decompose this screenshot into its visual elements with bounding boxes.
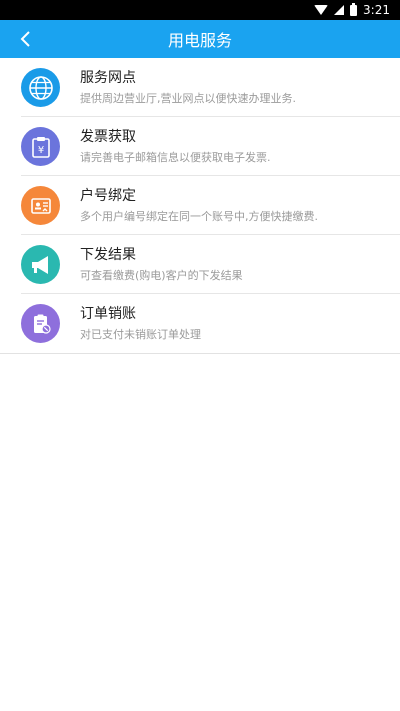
list-item-invoice[interactable]: ¥ 发票获取 请完善电子邮箱信息以便获取电子发票. bbox=[0, 117, 400, 176]
item-title: 订单销账 bbox=[80, 305, 136, 322]
order-icon bbox=[21, 304, 60, 343]
item-title: 下发结果 bbox=[80, 246, 136, 263]
item-description: 提供周边营业厅,营业网点以便快速办理业务. bbox=[80, 91, 296, 105]
title-bar: 用电服务 bbox=[0, 20, 400, 58]
list-item-order-writeoff[interactable]: 订单销账 对已支付未销账订单处理 bbox=[0, 294, 400, 353]
megaphone-icon bbox=[21, 245, 60, 284]
item-description: 请完善电子邮箱信息以便获取电子发票. bbox=[80, 150, 271, 164]
list-item-service-outlets[interactable]: 服务网点 提供周边营业厅,营业网点以便快速办理业务. bbox=[0, 58, 400, 117]
battery-icon bbox=[350, 2, 358, 16]
wifi-icon bbox=[314, 5, 329, 15]
page-title: 用电服务 bbox=[167, 31, 232, 50]
invoice-icon: ¥ bbox=[21, 127, 60, 166]
service-list: 服务网点 提供周边营业厅,营业网点以便快速办理业务. ¥ 发票获取 请完善电子邮… bbox=[0, 58, 400, 354]
item-title: 户号绑定 bbox=[80, 187, 136, 204]
item-description: 可查看缴费(购电)客户的下发结果 bbox=[80, 268, 243, 282]
chevron-left-icon bbox=[20, 31, 30, 47]
item-title: 发票获取 bbox=[80, 128, 136, 145]
svg-text:¥: ¥ bbox=[37, 145, 43, 156]
status-time: 3:21 bbox=[363, 3, 390, 17]
item-description: 对已支付未销账订单处理 bbox=[80, 327, 201, 341]
list-item-issue-results[interactable]: 下发结果 可查看缴费(购电)客户的下发结果 bbox=[0, 235, 400, 294]
status-bar: 3:21 bbox=[0, 0, 400, 20]
item-description: 多个用户编号绑定在同一个账号中,方便快捷缴费. bbox=[80, 209, 318, 223]
signal-icon bbox=[334, 5, 345, 15]
id-card-icon bbox=[21, 186, 60, 225]
back-button[interactable] bbox=[8, 20, 42, 58]
globe-icon bbox=[21, 68, 60, 107]
list-item-account-binding[interactable]: 户号绑定 多个用户编号绑定在同一个账号中,方便快捷缴费. bbox=[0, 176, 400, 235]
item-title: 服务网点 bbox=[80, 69, 136, 86]
